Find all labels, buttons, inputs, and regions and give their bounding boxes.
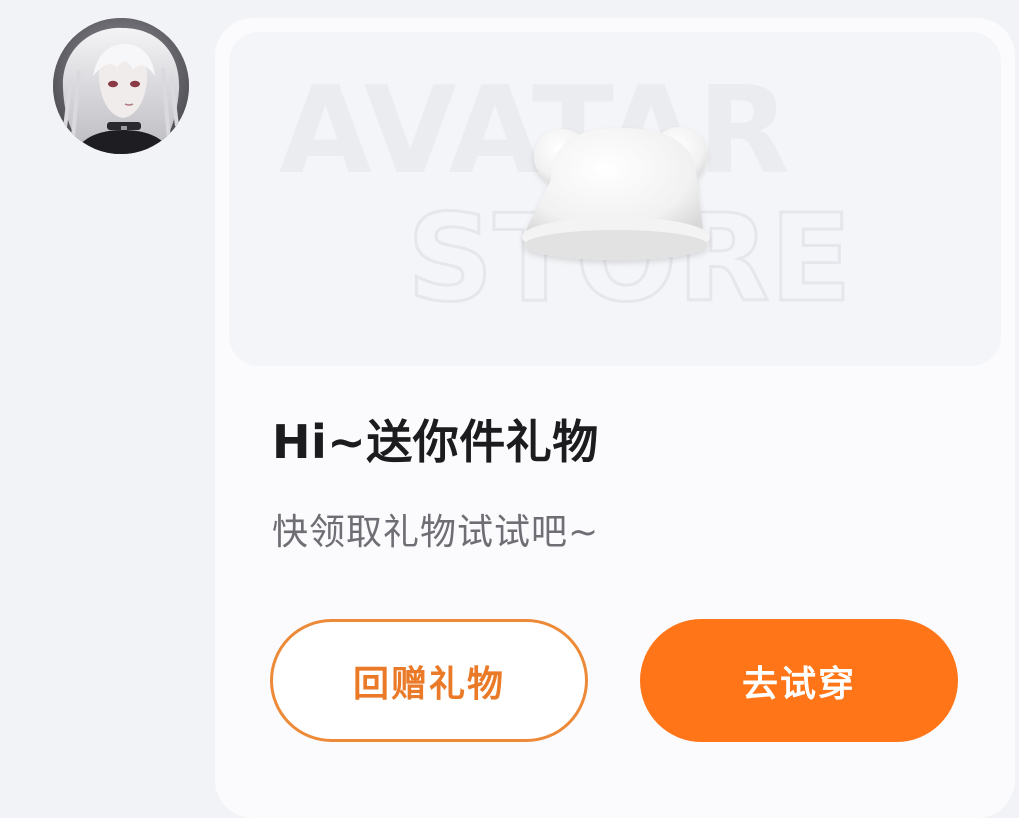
sender-avatar[interactable] [53,18,189,154]
gift-card: AVATAR STORE Hi~送你件礼物 快领取礼物试试吧~ 回赠礼物 去试穿 [215,18,1015,818]
banner-watermark-line1: AVATAR [279,62,790,201]
return-gift-button[interactable]: 回赠礼物 [270,619,588,742]
gift-title: Hi~送你件礼物 [272,415,599,469]
bear-hat-icon [522,127,710,260]
try-on-button[interactable]: 去试穿 [640,619,958,742]
banner-artwork: AVATAR STORE [279,62,853,331]
gift-banner: AVATAR STORE [229,32,1001,366]
try-on-label: 去试穿 [741,663,856,705]
avatar-image [53,18,189,154]
gift-subtitle: 快领取礼物试试吧~ [272,512,600,553]
return-gift-label: 回赠礼物 [352,663,505,705]
